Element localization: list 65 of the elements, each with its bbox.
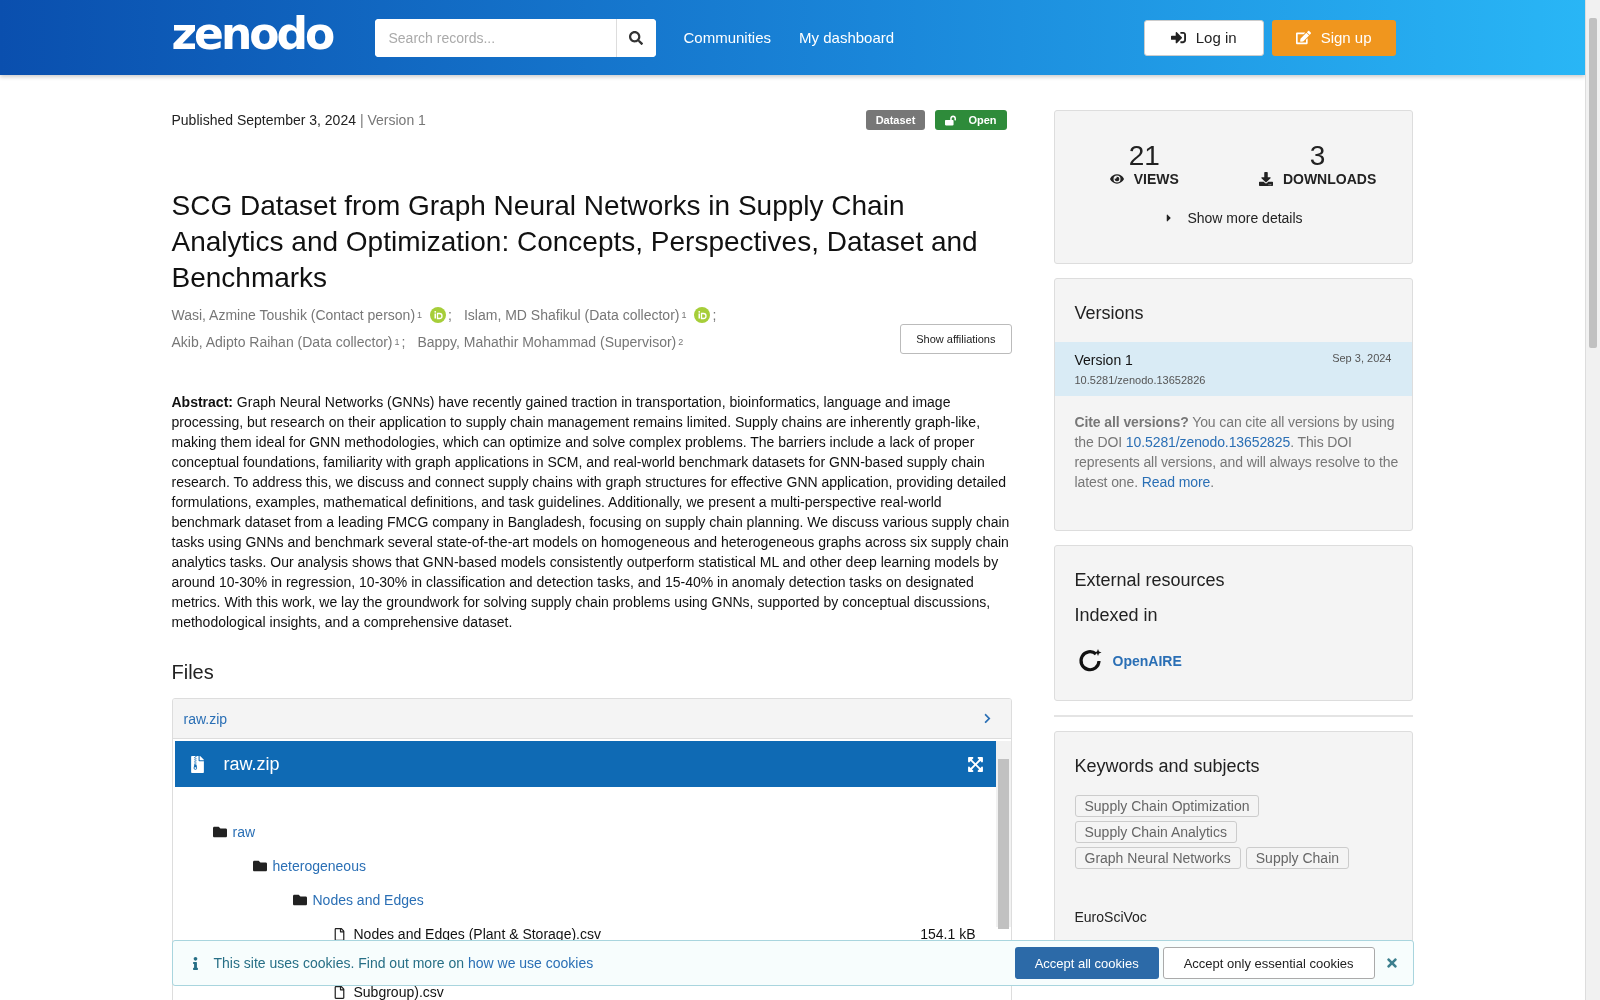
author-name[interactable]: Akib, Adipto Raihan (Data collector)$^{1}$;	[171, 334, 406, 350]
author-name[interactable]: Islam, MD Shafikul (Data collector)$^{1}$ ;	[463, 307, 717, 323]
site-logo[interactable]: zenodo	[171, 11, 375, 56]
keyword-tag[interactable]: Graph Neural Networks	[1074, 847, 1241, 869]
version-doi: 10.5281/zenodo.13652826	[1074, 374, 1207, 386]
indexer-link[interactable]: OpenAIRE	[1112, 653, 1182, 669]
files-heading: Files	[171, 661, 215, 684]
folder-icon	[212, 825, 227, 839]
indexed-in-heading: Indexed in	[1074, 605, 1159, 626]
file-size: 154.1 kB	[920, 926, 976, 942]
archive-link[interactable]: raw.zip	[183, 710, 228, 727]
circular-arrow-icon	[1076, 648, 1103, 674]
accept-all-cookies-button[interactable]: Accept all cookies	[1014, 947, 1159, 979]
sign-in-icon	[1170, 30, 1186, 45]
keyword-tag[interactable]: Supply Chain Optimization	[1074, 795, 1260, 817]
search-field[interactable]: Search records...	[374, 18, 656, 57]
author-name[interactable]: Bappy, Mahathir Mohammad (Supervisor)$^{2}$	[417, 334, 684, 350]
keywords-heading: Keywords and subjects	[1073, 755, 1261, 777]
show-affiliations-button[interactable]: Show affiliations	[900, 324, 1012, 354]
download-icon	[1258, 172, 1273, 186]
vocabulary-label: EuroSciVoc	[1074, 909, 1148, 925]
archive-file-icon	[188, 755, 206, 773]
keyword-tag[interactable]: Supply Chain Analytics	[1074, 821, 1237, 843]
expand-icon[interactable]	[966, 755, 984, 773]
folder-link[interactable]: raw	[232, 824, 256, 840]
downloads-count: 3	[1309, 141, 1326, 171]
folder-icon	[252, 859, 267, 873]
record-title: SCG Dataset from Graph Neural Networks in Supply Chain Analytics and Optimization: Concepts, Perspectives, Dataset and Benchmarks	[171, 189, 979, 295]
read-more-link[interactable]: Read more	[1141, 474, 1211, 490]
eye-icon	[1109, 172, 1124, 186]
nav-link[interactable]: Communities	[683, 29, 772, 46]
resource-type-badge: Dataset	[865, 110, 926, 130]
version-label: | Version 1	[359, 112, 426, 128]
external-resources-heading: External resources	[1073, 569, 1226, 591]
version-link[interactable]: Version 1	[1074, 352, 1333, 368]
views-label: VIEWS	[1133, 171, 1179, 187]
file-icon	[332, 927, 346, 941]
cookie-policy-link[interactable]: how we use cookies	[467, 955, 594, 971]
show-more-details-button[interactable]: Show more details	[1157, 209, 1309, 227]
keyword-tag[interactable]: Supply Chain	[1245, 847, 1350, 869]
author-name[interactable]: Wasi, Azmine Toushik (Contact person)$^{1}$ ;	[171, 307, 452, 323]
preview-title: raw.zip	[223, 753, 281, 775]
nav-link[interactable]: My dashboard	[799, 29, 895, 46]
login-button[interactable]: Log in	[1143, 19, 1264, 56]
version-item[interactable]: Version 1 Sep 3, 2024 10.5281/zenodo.13652826	[1054, 342, 1412, 396]
folder-icon	[292, 893, 307, 907]
folder-link[interactable]: heterogeneous	[272, 858, 366, 874]
version-date: Sep 3, 2024	[1332, 352, 1392, 366]
cookie-message: This site uses cookies. Find out more on how we use cookies	[213, 955, 595, 971]
downloads-label: DOWNLOADS	[1282, 171, 1377, 187]
folder-link[interactable]: Nodes and Edges	[312, 892, 424, 908]
scrollbar[interactable]	[995, 741, 1011, 927]
accept-essential-cookies-button[interactable]: Accept only essential cookies	[1162, 947, 1375, 979]
publication-date: Published September 3, 2024	[171, 112, 356, 128]
file-name: Subgroup).csv	[353, 984, 445, 1000]
versions-heading: Versions	[1073, 302, 1145, 324]
page-scrollbar[interactable]	[1585, 0, 1600, 1000]
cite-all-versions-note: Cite all versions? You can cite all versions by using the DOI 10.5281/zenodo.13652825. This DOI represents all versions, and will always resolve to the latest one. Read more.	[1074, 413, 1400, 492]
search-button[interactable]	[615, 18, 656, 57]
access-badge: Open	[935, 110, 1007, 130]
abstract-text: Abstract: Graph Neural Networks (GNNs) have recently gained traction in transportation, bioinformatics, language and image processing, but research on their application to supply chain management remains limited. Supply chains are inherently graph-like, making them ideal for GNN methodologies, which can optimize and solve complex problems. The barriers include a lack of proper conceptual foundations, familiarity with graph applications in SCM, and real-world benchmark datasets for GNN-based supply chain research. To address this, we discuss and connect supply chains with graph structures for effective GNN application, providing detailed formulations, examples, mathematical definitions, and task guidelines. Additionally, we present a multi-perspective real-world benchmark dataset from a leading FMCG company in Bangladesh, focusing on supply chain planning. We discuss various supply chain tasks using GNNs and benchmark several state-of-the-art models on homogeneous and heterogeneous graphs across six supply chain analytics tasks. Our analysis shows that GNN-based models consistently outperform statistical ML and other deep learning models by around 10-30% in regression, 10-30% in classification and detection tasks, and 15-40% in anomaly detection tasks on designated metrics. With this work, we lay the groundwork for solving supply chain problems using GNNs, supported by conceptual discussions, methodological insights, and a comprehensive dataset.	[171, 393, 1011, 632]
views-count: 21	[1128, 141, 1160, 171]
edit-icon	[1295, 30, 1311, 45]
close-icon	[1384, 956, 1399, 970]
search-icon	[629, 30, 643, 45]
